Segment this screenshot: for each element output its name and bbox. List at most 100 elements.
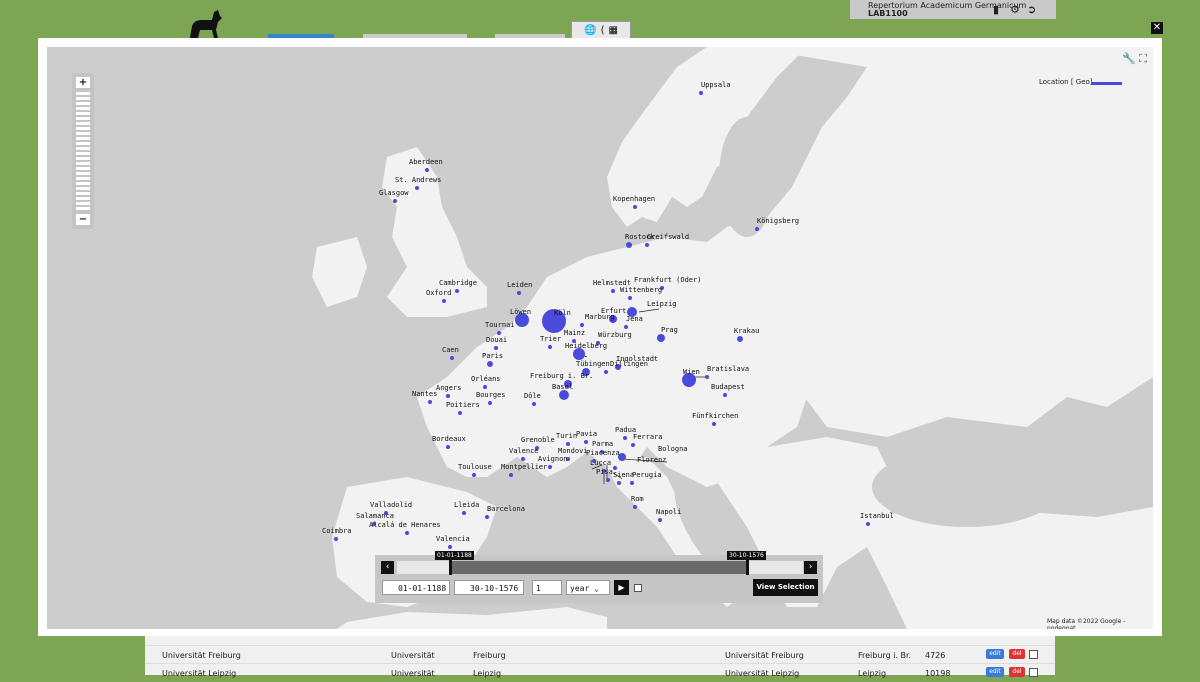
- zoom-tick[interactable]: [76, 137, 90, 140]
- zoom-tick[interactable]: [76, 207, 90, 210]
- location-marker[interactable]: [633, 205, 637, 209]
- zoom-tick[interactable]: [76, 102, 90, 105]
- zoom-tick[interactable]: [76, 132, 90, 135]
- location-marker[interactable]: [428, 400, 432, 404]
- location-marker[interactable]: [604, 370, 608, 374]
- zoom-tick[interactable]: [76, 147, 90, 150]
- location-marker[interactable]: [723, 393, 727, 397]
- zoom-tick[interactable]: [76, 167, 90, 170]
- zoom-tick[interactable]: [76, 182, 90, 185]
- play-button[interactable]: ▶: [614, 580, 629, 595]
- zoom-tick[interactable]: [76, 162, 90, 165]
- location-marker[interactable]: [559, 390, 569, 400]
- zoom-tick[interactable]: [76, 172, 90, 175]
- fullscreen-icon[interactable]: ⛶: [1139, 52, 1147, 65]
- location-marker[interactable]: [548, 465, 552, 469]
- location-marker[interactable]: [633, 505, 637, 509]
- location-marker[interactable]: [613, 466, 617, 470]
- location-marker[interactable]: [487, 361, 493, 367]
- chat-icon[interactable]: ▮: [993, 3, 999, 16]
- zoom-tick[interactable]: [76, 202, 90, 205]
- location-marker[interactable]: [737, 336, 743, 342]
- delete-button[interactable]: del: [1009, 649, 1025, 659]
- zoom-tick[interactable]: [76, 117, 90, 120]
- location-marker[interactable]: [645, 243, 649, 247]
- location-marker[interactable]: [334, 537, 338, 541]
- location-marker[interactable]: [755, 227, 759, 231]
- location-marker[interactable]: [393, 199, 397, 203]
- loop-checkbox[interactable]: [634, 584, 642, 592]
- location-marker[interactable]: [866, 522, 870, 526]
- location-marker[interactable]: [442, 299, 446, 303]
- location-marker[interactable]: [415, 186, 419, 190]
- attribution-link[interactable]: nodegoat: [1047, 625, 1075, 629]
- zoom-tick[interactable]: [76, 122, 90, 125]
- gear-icon[interactable]: ⚙: [1010, 3, 1020, 16]
- location-marker[interactable]: [472, 473, 476, 477]
- row-checkbox[interactable]: [1029, 668, 1038, 677]
- location-marker[interactable]: [450, 356, 454, 360]
- wrench-icon[interactable]: 🔧: [1122, 52, 1136, 65]
- location-marker[interactable]: [405, 531, 409, 535]
- timeline-selection[interactable]: [451, 561, 747, 574]
- timeline-prev-button[interactable]: ‹: [381, 561, 394, 574]
- network-icon[interactable]: ⟨: [601, 25, 605, 36]
- edit-button[interactable]: edit: [986, 667, 1004, 677]
- location-marker[interactable]: [628, 296, 632, 300]
- location-marker[interactable]: [488, 401, 492, 405]
- location-marker[interactable]: [494, 346, 498, 350]
- location-marker[interactable]: [446, 394, 450, 398]
- zoom-tick[interactable]: [76, 112, 90, 115]
- location-marker[interactable]: [485, 515, 489, 519]
- location-marker[interactable]: [509, 473, 513, 477]
- logout-icon[interactable]: ➲: [1027, 3, 1036, 16]
- table-row[interactable]: Universität Freiburg Universität Freibur…: [145, 645, 1055, 664]
- location-marker[interactable]: [458, 411, 462, 415]
- view-selection-button[interactable]: View Selection: [753, 579, 818, 596]
- timeline-start-handle[interactable]: [449, 560, 452, 575]
- location-marker[interactable]: [623, 436, 627, 440]
- zoom-tick[interactable]: [76, 107, 90, 110]
- location-marker[interactable]: [705, 375, 709, 379]
- zoom-tick[interactable]: [76, 142, 90, 145]
- location-marker[interactable]: [617, 481, 621, 485]
- zoom-out-button[interactable]: −: [76, 214, 90, 225]
- location-marker[interactable]: [566, 442, 570, 446]
- location-marker[interactable]: [699, 91, 703, 95]
- delete-button[interactable]: del: [1009, 667, 1025, 677]
- location-marker[interactable]: [425, 168, 429, 172]
- zoom-tick[interactable]: [76, 177, 90, 180]
- location-marker[interactable]: [448, 545, 452, 549]
- zoom-in-button[interactable]: +: [76, 77, 90, 88]
- globe-icon[interactable]: 🌐: [584, 25, 596, 36]
- location-marker[interactable]: [521, 457, 525, 461]
- location-marker[interactable]: [483, 385, 487, 389]
- location-marker[interactable]: [611, 289, 615, 293]
- bar-chart-icon[interactable]: ▦: [608, 25, 617, 36]
- location-marker[interactable]: [517, 291, 521, 295]
- location-marker[interactable]: [606, 478, 610, 482]
- location-marker[interactable]: [532, 402, 536, 406]
- zoom-tick[interactable]: [76, 152, 90, 155]
- unit-select[interactable]: year ⌄: [566, 580, 610, 595]
- location-marker[interactable]: [580, 323, 584, 327]
- location-marker[interactable]: [548, 345, 552, 349]
- timeline-end-handle[interactable]: [746, 560, 749, 575]
- location-marker[interactable]: [624, 325, 628, 329]
- zoom-tick[interactable]: [76, 127, 90, 130]
- location-marker[interactable]: [584, 440, 588, 444]
- timeline-next-button[interactable]: ›: [804, 561, 817, 574]
- location-marker[interactable]: [658, 518, 662, 522]
- location-marker[interactable]: [712, 422, 716, 426]
- zoom-tick[interactable]: [76, 157, 90, 160]
- location-marker[interactable]: [630, 481, 634, 485]
- edit-button[interactable]: edit: [986, 649, 1004, 659]
- table-row[interactable]: Universität Leipzig Universität Leipzig …: [145, 663, 1055, 682]
- zoom-tick[interactable]: [76, 97, 90, 100]
- zoom-tick[interactable]: [76, 92, 90, 95]
- zoom-tick[interactable]: [76, 192, 90, 195]
- location-marker[interactable]: [626, 242, 632, 248]
- map-canvas[interactable]: Uppsala Aberdeen St. Andrews Glasgow Kopenha…: [47, 47, 1153, 629]
- location-marker[interactable]: [462, 511, 466, 515]
- location-marker[interactable]: [497, 331, 501, 335]
